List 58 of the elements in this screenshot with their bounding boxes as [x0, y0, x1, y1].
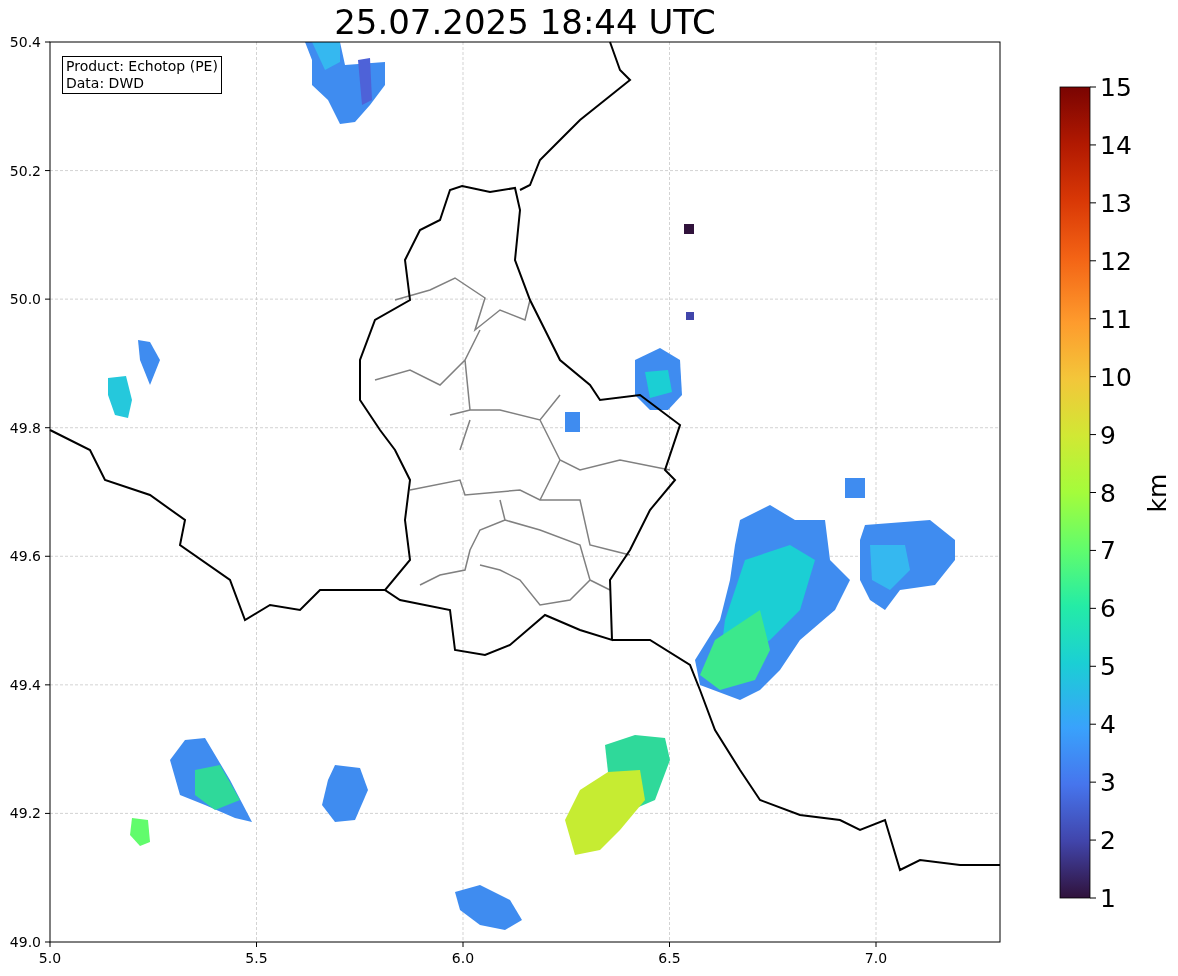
x-tick-label: 5.0 [38, 950, 62, 966]
tick-mark [44, 41, 51, 43]
tick-mark [1089, 202, 1097, 204]
annotation-text: Product: Echotop (PE) [66, 58, 218, 75]
tick-mark [44, 427, 51, 429]
colorbar-tick-label: 12 [1100, 246, 1132, 276]
colorbar-tick-label: 2 [1100, 826, 1116, 856]
colorbar-tick-label: 7 [1100, 536, 1116, 566]
tick-mark [1089, 492, 1097, 493]
y-tick-label: 50.2 [9, 162, 41, 179]
tick-mark [44, 170, 51, 172]
tick-mark [44, 555, 51, 557]
colorbar-tick-label: 1 [1100, 884, 1116, 913]
tick-mark [1089, 260, 1097, 262]
colorbar-tick-label: 10 [1100, 362, 1132, 392]
tick-mark [256, 941, 257, 948]
colorbar-tick-label: 3 [1100, 768, 1116, 798]
colorbar-tick-label: 4 [1100, 710, 1116, 740]
y-tick-label: 49.8 [9, 419, 41, 436]
colorbar-tick-label: 15 [1100, 73, 1132, 102]
colorbar-label: km [1143, 473, 1172, 513]
y-tick-label: 49.4 [9, 676, 41, 693]
colorbar-tick-label: 9 [1100, 420, 1116, 450]
tick-mark [1089, 144, 1097, 146]
annotation-text: Data: DWD [66, 75, 145, 92]
tick-mark [44, 298, 51, 300]
tick-mark [875, 941, 877, 948]
tick-mark [1089, 376, 1097, 378]
tick-mark [1089, 318, 1097, 320]
y-tick-label: 49.2 [9, 805, 41, 822]
tick-mark [1089, 549, 1097, 551]
colorbar-tick-label: 14 [1100, 130, 1132, 160]
tick-mark [1089, 86, 1097, 88]
y-tick-label: 50.4 [9, 34, 41, 50]
tick-mark [669, 941, 670, 948]
y-tick-label: 49.6 [9, 548, 41, 565]
tick-mark [462, 941, 464, 948]
tick-mark [1089, 781, 1097, 783]
colorbar-tick-label: 5 [1100, 652, 1116, 682]
tick-mark [1089, 723, 1097, 725]
tick-mark [1089, 839, 1097, 841]
colorbar-tick-label: 13 [1100, 188, 1132, 218]
colorbar-tick-label: 6 [1100, 594, 1116, 624]
tick-mark [1089, 665, 1097, 667]
x-tick-label: 5.5 [245, 950, 268, 966]
y-tick-label: 49.0 [9, 934, 41, 950]
tick-mark [1089, 434, 1097, 436]
x-tick-label: 6.0 [451, 950, 475, 966]
colorbar-tick-label: 11 [1100, 304, 1132, 334]
tick-mark [44, 684, 51, 686]
tick-mark [1089, 897, 1097, 899]
y-tick-label: 50.0 [9, 291, 41, 308]
x-tick-label: 6.5 [658, 950, 681, 966]
chart-title: 25.07.2025 18:44 UTC [334, 2, 716, 42]
tick-mark [44, 812, 51, 814]
tick-mark [1089, 607, 1097, 609]
colorbar-tick-label: 8 [1100, 478, 1116, 508]
x-tick-label: 7.0 [864, 950, 888, 966]
